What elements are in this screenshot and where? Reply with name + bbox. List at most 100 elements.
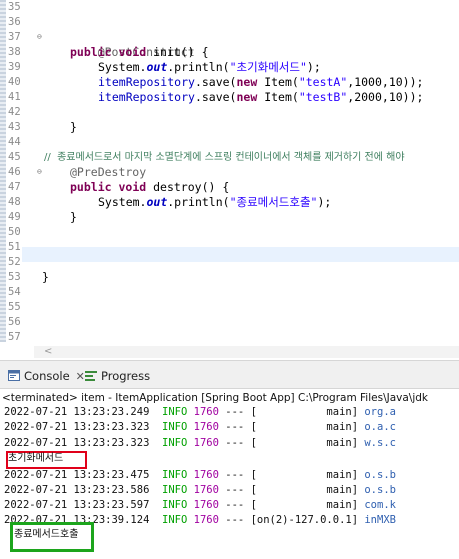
code-line-45[interactable]: // 종료메서드로서 마지막 소멸단계에 스프링 컨테이너에서 객체를 제거하기… [44,150,405,165]
tab-progress-label: Progress [101,369,151,383]
code-text: ,1000,10)); [347,75,424,89]
line-number: 49 [8,211,21,223]
code-editor[interactable]: 35 36 37 ⊖ 38 39 40 41 42 43 44 45 46 ⊖ 47 48 49 50 51 52 53… [0,0,459,360]
log-pid: 1760 [193,406,219,418]
current-line-highlight [22,247,459,262]
log-ts: 2022-07-21 13:23:23.249 [4,406,156,418]
line-number: 43 [8,121,21,133]
keyword: new [236,90,258,104]
log-pid: 1760 [193,514,219,526]
code-line-49[interactable]: } [70,210,77,225]
close-icon[interactable]: ✕ [76,370,85,383]
log-cls: inMXB [358,514,396,526]
change-indicator-bar [0,0,6,342]
code-line-40[interactable]: itemRepository.save(new Item("testA",100… [98,75,423,90]
log-dash: --- [218,421,251,433]
log-thread: [ main] [250,469,359,481]
log-pid: 1760 [193,421,219,433]
code-line-43[interactable]: } [70,120,77,135]
log-line: 2022-07-21 13:23:23.323 INFO 1760 --- [ … [4,420,459,434]
line-number: 36 [8,16,21,28]
log-line: 2022-07-21 13:23:23.597 INFO 1760 --- [ … [4,498,459,512]
code-text: Item( [257,75,299,89]
method-signature: init() { [146,45,209,59]
code-text: ); [306,60,321,74]
fold-toggle-icon[interactable]: ⊖ [37,167,42,176]
code-line-53[interactable]: } [42,270,49,285]
line-number: 50 [8,226,21,238]
code-line-47[interactable]: public void destroy() { [70,180,229,195]
log-dash: --- [218,406,251,418]
code-line-41[interactable]: itemRepository.save(new Item("testB",200… [98,90,423,105]
log-ts: 2022-07-21 13:23:23.323 [4,421,156,433]
log-line: 2022-07-21 13:23:23.475 INFO 1760 --- [ … [4,468,459,482]
string-literal: "종료메서드호출" [229,195,318,209]
code-text: Item( [257,90,299,104]
line-number: 48 [8,196,21,208]
console-tab-bar: Console ✕ Progress [0,360,459,389]
log-cls: w.s.c [358,437,396,449]
fold-toggle-icon[interactable]: ⊖ [37,32,42,41]
scroll-left-icon[interactable]: < [44,346,52,358]
log-thread: [ main] [250,421,359,433]
annotation: @PreDestroy [70,165,147,179]
log-cls: o.s.b [358,484,396,496]
code-line-48[interactable]: System.out.println("종료메서드호출"); [98,195,331,210]
log-ts: 2022-07-21 13:23:23.475 [4,469,156,481]
tab-console[interactable]: Console ✕ [8,367,85,385]
editor-horizontal-scrollbar[interactable]: < [34,346,459,358]
log-line: 2022-07-21 13:23:23.586 INFO 1760 --- [ … [4,483,459,497]
log-cls: org.a [358,406,396,418]
code-text: ,2000,10)); [347,90,424,104]
code-text: System. [98,60,147,74]
keyword: new [236,75,258,89]
log-ts: 2022-07-21 13:23:23.323 [4,437,156,449]
code-line-39[interactable]: System.out.println("초기화메서드"); [98,60,321,75]
init-output-line: 초기화메서드 [8,453,64,464]
code-text: .println( [167,60,230,74]
log-lvl: INFO [155,499,194,511]
string-literal: "testA" [298,75,348,89]
log-lvl: INFO [155,437,194,449]
log-cls: o.s.b [358,469,396,481]
string-literal: "testB" [298,90,348,104]
code-line-38[interactable]: public void init() { [70,45,209,60]
line-number: 53 [8,271,21,283]
log-cls: o.a.c [358,421,396,433]
code-line-46[interactable]: @PreDestroy [70,165,146,180]
line-number: 57 [8,331,21,343]
string-literal: "초기화메서드" [229,60,307,74]
log-ts: 2022-07-21 13:23:23.586 [4,484,156,496]
log-line: 2022-07-21 13:23:23.323 INFO 1760 --- [ … [4,436,459,450]
method-signature: destroy() { [146,180,230,194]
line-number: 40 [8,76,21,88]
log-dash: --- [218,484,251,496]
keyword: public [70,45,112,59]
console-icon [8,370,20,381]
log-dash: --- [218,499,251,511]
line-number: 37 [8,31,21,43]
tab-progress[interactable]: Progress [85,367,150,385]
log-thread: [ main] [250,406,359,418]
code-text: .save( [194,90,237,104]
log-dash: --- [218,469,251,481]
keyword: public [70,180,112,194]
line-number: 42 [8,106,21,118]
log-thread: [ main] [250,484,359,496]
line-number: 55 [8,301,21,313]
log-lvl: INFO [155,406,194,418]
field-ref: out [146,60,168,74]
log-pid: 1760 [193,437,219,449]
line-number: 52 [8,256,21,268]
log-pid: 1760 [193,499,219,511]
line-number: 45 [8,151,21,163]
log-lvl: INFO [155,421,194,433]
console-status-line: <terminated> item - ItemApplication [Spr… [2,392,428,404]
log-thread: [ main] [250,499,359,511]
field-ref: out [146,195,168,209]
log-line: 2022-07-21 13:23:23.249 INFO 1760 --- [ … [4,405,459,419]
line-number: 54 [8,286,21,298]
code-line-37[interactable]: @PostConstruct [70,30,195,59]
code-text: ); [317,195,332,209]
log-ts: 2022-07-21 13:23:23.597 [4,499,156,511]
